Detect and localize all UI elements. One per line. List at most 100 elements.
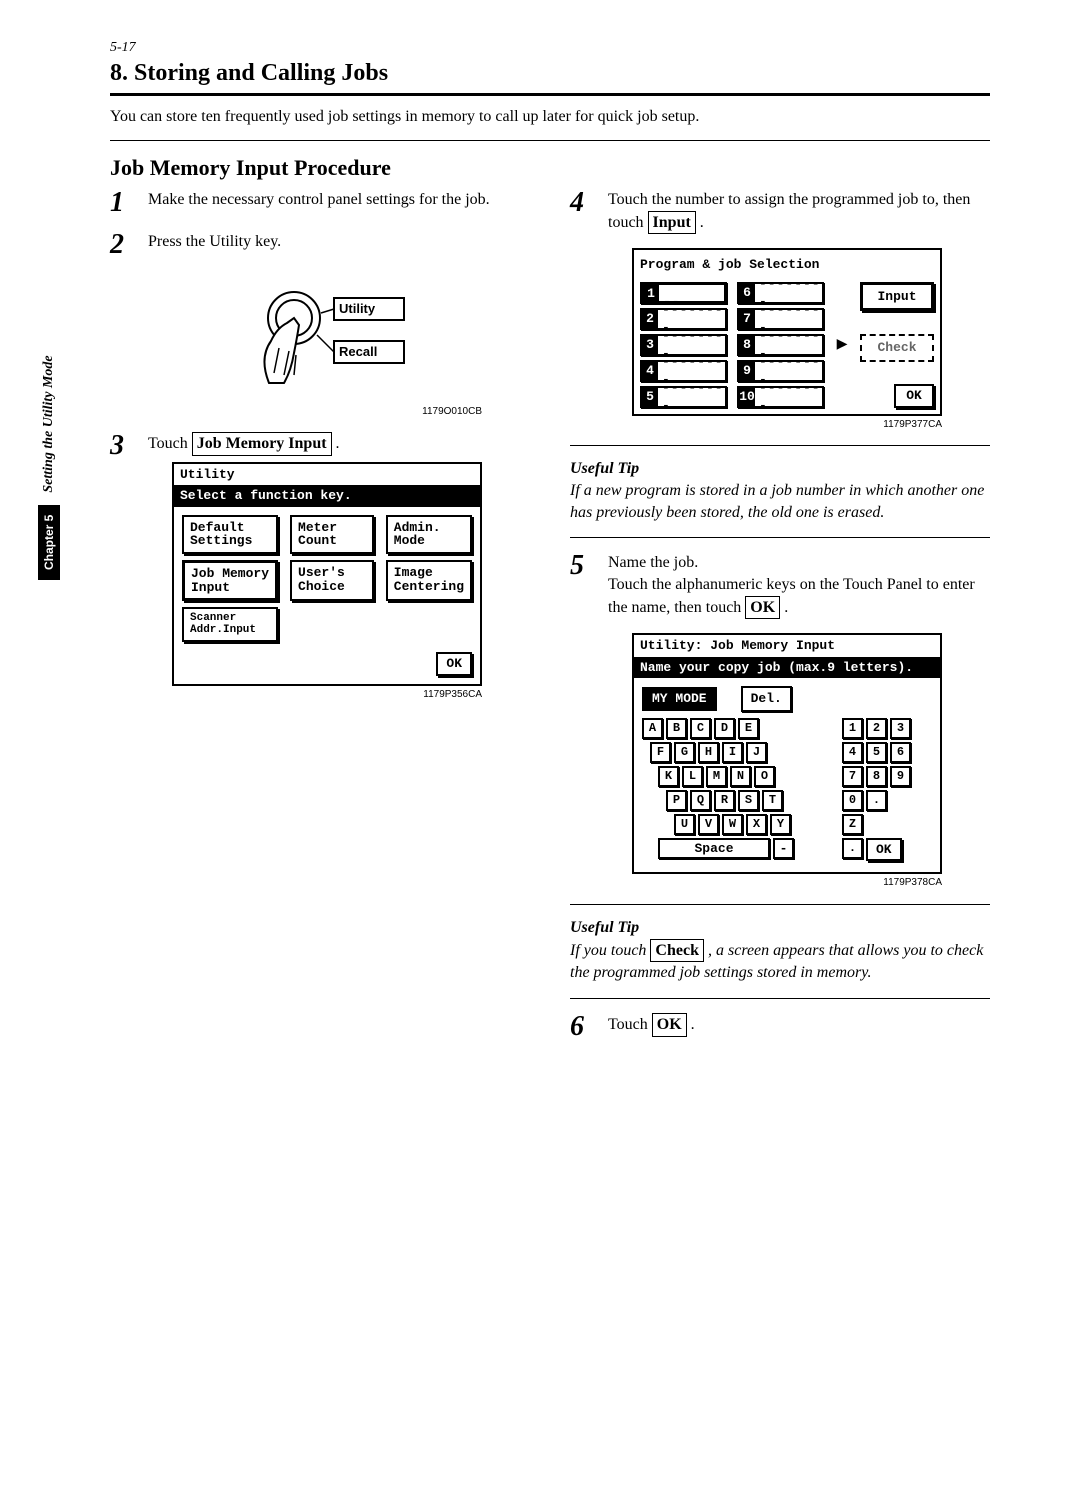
utility-key-illustration: Utility Recall bbox=[239, 263, 439, 403]
key-z[interactable]: Z bbox=[842, 814, 863, 835]
check-button-ref: Check bbox=[650, 939, 704, 963]
kb-del-button[interactable]: Del. bbox=[741, 686, 792, 712]
kb-ok-button[interactable]: OK bbox=[866, 838, 902, 862]
tip2-title: Useful Tip bbox=[570, 919, 990, 937]
step-4-num: 4 bbox=[570, 189, 602, 217]
key-c[interactable]: C bbox=[690, 718, 711, 739]
key-o[interactable]: O bbox=[754, 766, 775, 787]
key-u[interactable]: U bbox=[674, 814, 695, 835]
key-e[interactable]: E bbox=[738, 718, 759, 739]
slot-col-right: 6-------- 7-------- 8-------- 9-------- … bbox=[737, 282, 824, 408]
kb-numpad: 1 2 3 4 5 6 bbox=[842, 718, 932, 865]
key-t[interactable]: T bbox=[762, 790, 783, 811]
step-5-line1: Name the job. bbox=[608, 552, 990, 574]
key-9[interactable]: 9 bbox=[890, 766, 911, 787]
key-b[interactable]: B bbox=[666, 718, 687, 739]
step-3: 3 Touch Job Memory Input . Utility Selec… bbox=[110, 432, 530, 701]
program-job-title: Program & job Selection bbox=[640, 256, 934, 274]
key-1[interactable]: 1 bbox=[842, 718, 863, 739]
key-d[interactable]: D bbox=[714, 718, 735, 739]
fn-image-centering[interactable]: Image Centering bbox=[386, 560, 472, 601]
key-2[interactable]: 2 bbox=[866, 718, 887, 739]
program-input-button[interactable]: Input bbox=[860, 282, 934, 312]
utility-panel-ok[interactable]: OK bbox=[436, 652, 472, 676]
function-key-grid: Default Settings Meter Count Admin. Mode… bbox=[182, 515, 472, 643]
program-check-button[interactable]: Check bbox=[860, 334, 934, 362]
slot-col-left: 1-------- 2-------- 3-------- 4-------- … bbox=[640, 282, 727, 408]
keyboard-panel: Utility: Job Memory Input Name your copy… bbox=[632, 633, 942, 874]
key-w[interactable]: W bbox=[722, 814, 743, 835]
key-j[interactable]: J bbox=[746, 742, 767, 763]
key-n[interactable]: N bbox=[730, 766, 751, 787]
page-ref: 5-17 bbox=[110, 40, 990, 56]
slot-5[interactable]: 5-------- bbox=[640, 386, 727, 408]
intro-text: You can store ten frequently used job se… bbox=[110, 108, 990, 126]
key-f[interactable]: F bbox=[650, 742, 671, 763]
step-2-caption: 1179O010CB bbox=[172, 405, 482, 419]
step-4-after: . bbox=[696, 214, 704, 231]
step-6-num: 6 bbox=[570, 1013, 602, 1041]
utility-panel-title: Utility bbox=[174, 464, 480, 486]
utility-label: Utility bbox=[339, 301, 376, 316]
step-1-text: Make the necessary control panel setting… bbox=[148, 189, 530, 211]
key-s[interactable]: S bbox=[738, 790, 759, 811]
right-column: 4 Touch the number to assign the program… bbox=[570, 189, 990, 1055]
key-x[interactable]: X bbox=[746, 814, 767, 835]
step-2-num: 2 bbox=[110, 231, 142, 259]
step-3-after: . bbox=[332, 435, 340, 452]
fn-users-choice[interactable]: User's Choice bbox=[290, 560, 374, 601]
key-q[interactable]: Q bbox=[690, 790, 711, 811]
rule-after-tip2 bbox=[570, 998, 990, 999]
key-i[interactable]: I bbox=[722, 742, 743, 763]
key-g[interactable]: G bbox=[674, 742, 695, 763]
tip2-body: If you touch Check , a screen appears th… bbox=[570, 939, 990, 984]
fn-admin-mode[interactable]: Admin. Mode bbox=[386, 515, 472, 554]
key-dot[interactable]: . bbox=[866, 790, 887, 811]
key-a[interactable]: A bbox=[642, 718, 663, 739]
step-6-after: . bbox=[687, 1016, 695, 1033]
key-m[interactable]: M bbox=[706, 766, 727, 787]
utility-function-panel: Utility Select a function key. Default S… bbox=[172, 462, 482, 686]
step-3-before: Touch bbox=[148, 435, 192, 452]
step-3-num: 3 bbox=[110, 432, 142, 460]
fn-default-settings[interactable]: Default Settings bbox=[182, 515, 278, 554]
key-y[interactable]: Y bbox=[770, 814, 791, 835]
key-3[interactable]: 3 bbox=[890, 718, 911, 739]
fn-scanner-addr-input[interactable]: Scanner Addr.Input bbox=[182, 607, 278, 642]
ok-button-ref-2: OK bbox=[652, 1013, 687, 1037]
key-4[interactable]: 4 bbox=[842, 742, 863, 763]
key-6[interactable]: 6 bbox=[890, 742, 911, 763]
key-0[interactable]: 0 bbox=[842, 790, 863, 811]
step-5-num: 5 bbox=[570, 552, 602, 580]
key-r[interactable]: R bbox=[714, 790, 735, 811]
fn-meter-count[interactable]: Meter Count bbox=[290, 515, 374, 554]
key-p[interactable]: P bbox=[666, 790, 687, 811]
side-tab: Setting the Utility Mode Chapter 5 bbox=[38, 355, 60, 580]
program-ok-button[interactable]: OK bbox=[894, 384, 934, 408]
key-k[interactable]: K bbox=[658, 766, 679, 787]
tip1-title: Useful Tip bbox=[570, 460, 990, 478]
recall-label: Recall bbox=[339, 344, 377, 359]
key-h[interactable]: H bbox=[698, 742, 719, 763]
kb-subtitle: Name your copy job (max.9 letters). bbox=[634, 657, 940, 679]
key-v[interactable]: V bbox=[698, 814, 719, 835]
key-7[interactable]: 7 bbox=[842, 766, 863, 787]
slot-10[interactable]: 10-------- bbox=[737, 386, 824, 408]
step-5: 5 Name the job. Touch the alphanumeric k… bbox=[570, 552, 990, 889]
fn-job-memory-input[interactable]: Job Memory Input bbox=[182, 560, 278, 601]
step-3-caption: 1179P356CA bbox=[148, 688, 482, 702]
step-2-text: Press the Utility key. bbox=[148, 233, 281, 250]
key-dash[interactable]: - bbox=[773, 838, 794, 859]
tip1-body: If a new program is stored in a job numb… bbox=[570, 480, 990, 523]
step-5-line2: Touch the alphanumeric keys on the Touch… bbox=[608, 574, 990, 619]
key-space[interactable]: Space bbox=[658, 838, 770, 859]
key-5[interactable]: 5 bbox=[866, 742, 887, 763]
section-title-text: Storing and Calling Jobs bbox=[134, 60, 388, 86]
section-title: 8. Storing and Calling Jobs bbox=[110, 60, 990, 87]
left-column: 1 Make the necessary control panel setti… bbox=[110, 189, 530, 1055]
section-number: 8. bbox=[110, 60, 128, 86]
key-dot2[interactable]: . bbox=[842, 838, 863, 859]
kb-display: MY MODE bbox=[642, 687, 717, 711]
key-l[interactable]: L bbox=[682, 766, 703, 787]
key-8[interactable]: 8 bbox=[866, 766, 887, 787]
